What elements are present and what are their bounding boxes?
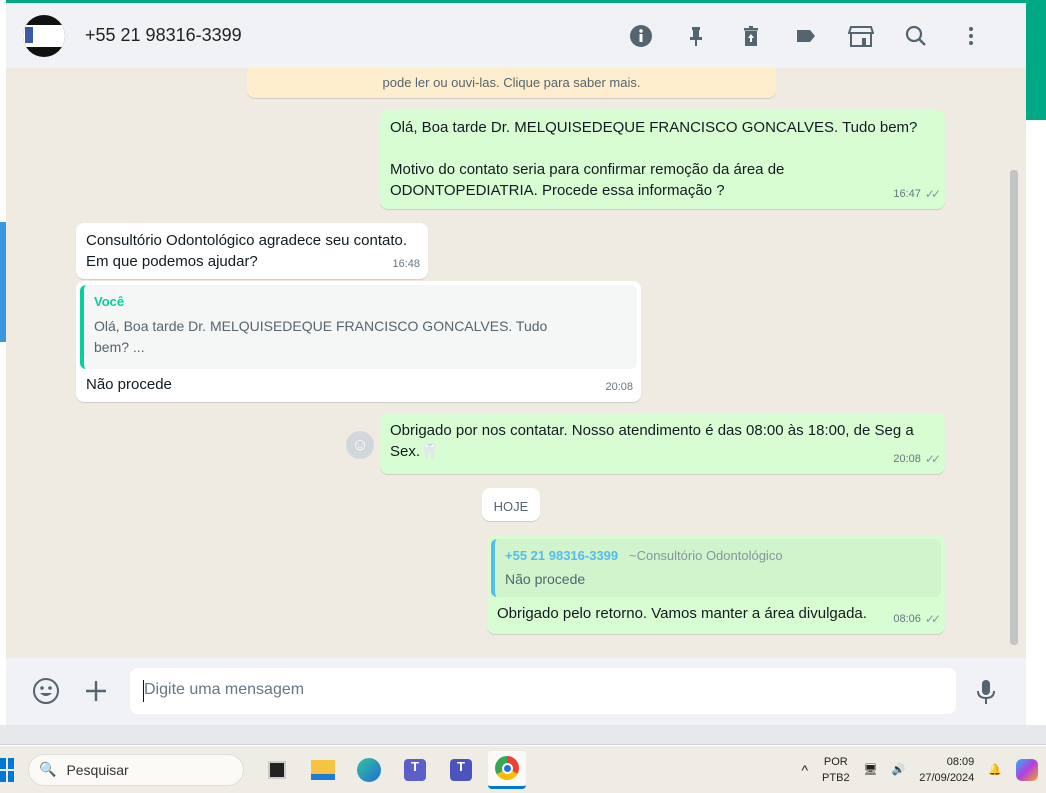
quote-name: ~Consultório Odontológico: [628, 548, 783, 563]
contact-name[interactable]: +55 21 98316-3399: [85, 25, 242, 46]
file-explorer-icon[interactable]: [304, 751, 342, 789]
date-chip: HOJE: [482, 488, 540, 521]
edge-icon[interactable]: [350, 751, 388, 789]
read-receipt-icon: ✓✓: [924, 187, 941, 201]
quoted-message[interactable]: Você Olá, Boa tarde Dr. MELQUISEDEQUE FR…: [80, 285, 637, 369]
volume-icon[interactable]: 🔊: [892, 763, 906, 776]
message-input[interactable]: Digite uma mensagem: [130, 668, 956, 714]
quote-text: Olá, Boa tarde Dr. MELQUISEDEQUE FRANCIS…: [94, 318, 548, 334]
catalog-icon[interactable]: [833, 24, 888, 48]
message-time: 16:48: [392, 258, 420, 270]
chrome-icon[interactable]: [488, 750, 526, 789]
message-time: 20:08: [893, 453, 921, 465]
message-list[interactable]: pode ler ou ouvi-las. Clique para saber …: [6, 68, 1026, 658]
keyboard-label: PTB2: [822, 771, 850, 784]
message-text: Sex.🦷: [390, 443, 439, 460]
language-indicator[interactable]: POR PTB2: [822, 754, 850, 786]
read-receipt-icon: ✓✓: [924, 612, 941, 626]
clock[interactable]: 08:09 27/09/2024: [919, 754, 974, 786]
clock-time: 08:09: [946, 755, 975, 768]
encryption-notice[interactable]: pode ler ou ouvi-las. Clique para saber …: [247, 68, 776, 98]
label-icon[interactable]: [778, 24, 833, 48]
message-text: Olá, Boa tarde Dr. MELQUISEDEQUE FRANCIS…: [390, 119, 918, 136]
emoji-icon[interactable]: [32, 677, 60, 710]
microphone-icon[interactable]: [975, 678, 997, 711]
clock-date: 27/09/2024: [919, 771, 975, 784]
avatar[interactable]: [23, 14, 65, 57]
message-outgoing: Olá, Boa tarde Dr. MELQUISEDEQUE FRANCIS…: [380, 110, 945, 209]
network-icon[interactable]: 🖥: [864, 763, 878, 776]
menu-icon[interactable]: [943, 24, 998, 48]
react-emoji-icon[interactable]: ☺: [346, 431, 374, 459]
message-time: 16:47: [893, 188, 921, 200]
message-outgoing-reply: +55 21 98316-3399 ~Consultório Odontológ…: [487, 535, 945, 634]
message-time: 08:06: [893, 613, 921, 625]
background-window-edge: [1026, 120, 1046, 745]
message-outgoing: Obrigado por nos contatar. Nosso atendim…: [380, 413, 945, 474]
show-hidden-icons-chevron[interactable]: ^: [801, 762, 808, 778]
quoted-message[interactable]: +55 21 98316-3399 ~Consultório Odontológ…: [491, 539, 941, 597]
message-incoming-reply: Você Olá, Boa tarde Dr. MELQUISEDEQUE FR…: [76, 281, 641, 402]
pin-icon[interactable]: [668, 24, 723, 48]
teams-icon[interactable]: T: [442, 751, 480, 789]
read-receipt-icon: ✓✓: [924, 452, 941, 466]
search-icon: 🔍: [39, 761, 57, 777]
notification-bell-icon[interactable]: 🔔: [988, 763, 1002, 776]
search-icon[interactable]: [888, 24, 943, 48]
message-text: ODONTOPEDIATRIA. Procede essa informação…: [390, 182, 725, 199]
message-text: Em que podemos ajudar?: [86, 253, 258, 270]
info-icon[interactable]: [613, 24, 668, 48]
delete-icon[interactable]: [723, 24, 778, 48]
message-text: Obrigado pelo retorno. Vamos manter a ár…: [497, 605, 867, 622]
task-view-icon[interactable]: [258, 751, 296, 789]
window-bottom-edge: [0, 725, 1046, 745]
composer: Digite uma mensagem: [6, 658, 1026, 725]
copilot-icon[interactable]: [1016, 758, 1038, 781]
teams-icon[interactable]: T: [396, 751, 434, 789]
background-window-edge: [1026, 0, 1046, 120]
taskbar-search[interactable]: 🔍 Pesquisar: [28, 753, 244, 786]
quote-author: Você: [94, 294, 125, 309]
quote-text: Não procede: [505, 571, 586, 587]
message-text: Obrigado por nos contatar. Nosso atendim…: [390, 422, 914, 439]
message-text: Motivo do contato seria para confirmar r…: [390, 161, 785, 178]
language-label: POR: [823, 755, 848, 768]
message-text: Consultório Odontológico agradece seu co…: [86, 232, 408, 249]
message-text: Não procede: [86, 376, 172, 393]
attach-plus-icon[interactable]: [84, 679, 108, 708]
scrollbar[interactable]: [1010, 170, 1018, 645]
chat-header: +55 21 98316-3399: [6, 3, 1026, 68]
quote-author: +55 21 98316-3399: [505, 548, 619, 563]
taskbar: 🔍 Pesquisar T T ^ POR PTB2 🖥 🔊 08:09 27/09/…: [0, 746, 1046, 793]
quote-text: bem? ...: [94, 339, 145, 355]
windows-start-icon[interactable]: [0, 757, 14, 782]
message-time: 20:08: [605, 381, 633, 393]
message-incoming: Consultório Odontológico agradece seu co…: [76, 223, 428, 279]
search-label: Pesquisar: [66, 761, 129, 778]
